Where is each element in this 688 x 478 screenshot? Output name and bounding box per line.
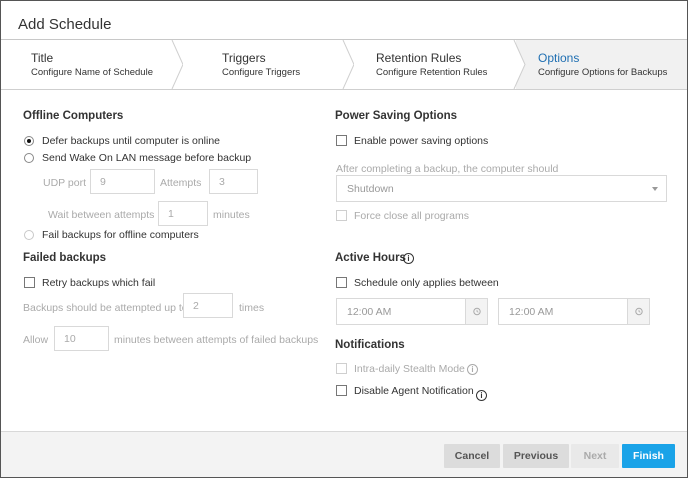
step-options-sub: Configure Options for Backups [538, 67, 668, 78]
after-backup-label: After completing a backup, the computer … [336, 163, 559, 175]
after-backup-select[interactable]: Shutdown [336, 175, 667, 202]
fail-backups-radio[interactable] [24, 230, 34, 240]
after-backup-select-value: Shutdown [347, 183, 394, 195]
cancel-button[interactable]: Cancel [444, 444, 500, 468]
active-hours-info-icon[interactable]: i [403, 253, 414, 264]
clock-icon [473, 307, 481, 316]
step-separator-icon [513, 40, 526, 89]
step-options-label: Options [538, 51, 580, 65]
power-saving-heading: Power Saving Options [335, 110, 458, 122]
force-close-label: Force close all programs [354, 210, 469, 222]
schedule-applies-checkbox[interactable] [336, 277, 347, 288]
retry-interval-input[interactable]: 10 [54, 326, 109, 351]
clock-icon [635, 307, 643, 316]
step-retention-rules[interactable]: Retention Rules Configure Retention Rule… [354, 40, 516, 89]
defer-backups-radio[interactable] [24, 136, 34, 146]
end-time-value: 12:00 AM [509, 306, 554, 318]
force-close-checkbox[interactable] [336, 210, 347, 221]
step-title[interactable]: Title Configure Name of Schedule [1, 40, 176, 89]
stealth-mode-label: Intra-daily Stealth Mode [354, 363, 465, 375]
disable-notification-label: Disable Agent Notification [354, 385, 474, 397]
wake-on-lan-label: Send Wake On LAN message before backup [42, 152, 252, 164]
step-retention-sub: Configure Retention Rules [376, 67, 488, 78]
udp-port-input[interactable]: 9 [90, 169, 155, 194]
step-title-sub: Configure Name of Schedule [31, 67, 153, 78]
stealth-mode-info-icon[interactable]: i [467, 364, 478, 375]
wizard-steps: Title Configure Name of Schedule Trigger… [1, 40, 687, 90]
wake-on-lan-radio[interactable] [24, 153, 34, 163]
step-triggers-sub: Configure Triggers [222, 67, 301, 78]
step-triggers-label: Triggers [222, 51, 266, 65]
step-options[interactable]: Options Configure Options for Backups [516, 40, 687, 89]
end-time-picker-button[interactable] [627, 299, 649, 324]
enable-power-saving-label: Enable power saving options [354, 135, 489, 147]
wait-between-attempts-input[interactable]: 1 [158, 201, 208, 226]
step-title-label: Title [31, 51, 54, 65]
step-triggers[interactable]: Triggers Configure Triggers [183, 40, 346, 89]
active-hours-heading: Active Hours [335, 252, 406, 264]
fail-backups-label: Fail backups for offline computers [42, 229, 199, 241]
wait-between-attempts-label: Wait between attempts [48, 209, 155, 221]
retry-interval-suffix: minutes between attempts of failed backu… [114, 334, 319, 346]
dialog-footer: Cancel Previous Next Finish [1, 431, 687, 477]
retry-backups-checkbox[interactable] [24, 277, 35, 288]
udp-port-label: UDP port [43, 177, 86, 189]
start-time-input[interactable]: 12:00 AM [336, 298, 488, 325]
finish-button[interactable]: Finish [622, 444, 675, 468]
retry-attempts-input[interactable]: 2 [183, 293, 233, 318]
end-time-input[interactable]: 12:00 AM [498, 298, 650, 325]
defer-backups-label: Defer backups until computer is online [42, 135, 221, 147]
stealth-mode-checkbox[interactable] [336, 363, 347, 374]
allow-label: Allow [23, 334, 49, 346]
notifications-heading: Notifications [335, 339, 405, 351]
disable-notification-checkbox[interactable] [336, 385, 347, 396]
add-schedule-dialog: Add Schedule Title Configure Name of Sch… [0, 0, 688, 478]
attempts-input[interactable]: 3 [209, 169, 258, 194]
dialog-title: Add Schedule [18, 16, 112, 33]
attempt-up-to-label: Backups should be attempted up to [23, 302, 188, 314]
chevron-down-icon [652, 187, 658, 191]
enable-power-saving-checkbox[interactable] [336, 135, 347, 146]
start-time-value: 12:00 AM [347, 306, 392, 318]
retry-backups-label: Retry backups which fail [42, 277, 156, 289]
schedule-applies-label: Schedule only applies between [354, 277, 499, 289]
attempts-label: Attempts [160, 177, 202, 189]
next-button[interactable]: Next [571, 444, 619, 468]
previous-button[interactable]: Previous [503, 444, 569, 468]
start-time-picker-button[interactable] [465, 299, 487, 324]
attempt-times-label: times [239, 302, 265, 314]
offline-computers-heading: Offline Computers [23, 110, 124, 122]
wait-minutes-label: minutes [213, 209, 250, 221]
disable-notification-info-icon[interactable]: i [476, 390, 487, 401]
step-retention-label: Retention Rules [376, 51, 462, 65]
failed-backups-heading: Failed backups [23, 252, 107, 264]
